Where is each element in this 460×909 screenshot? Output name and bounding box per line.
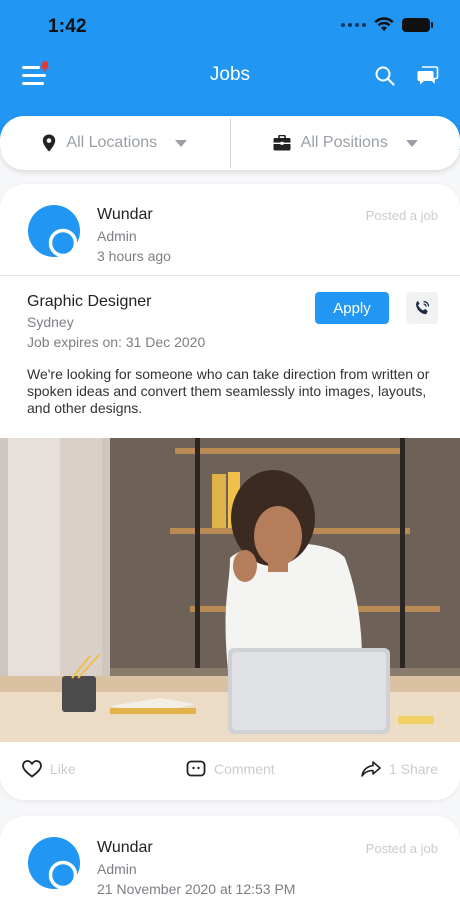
comment-button[interactable]: Comment <box>186 760 275 778</box>
position-filter[interactable]: All Positions <box>231 116 460 170</box>
comment-icon <box>186 760 206 777</box>
chevron-down-icon <box>175 139 188 147</box>
post-time: 21 November 2020 at 12:53 PM <box>97 881 296 897</box>
phone-icon <box>416 300 430 315</box>
status-bar: 1:42 <box>0 0 460 52</box>
job-post-card: Wundar Admin 21 November 2020 at 12:53 P… <box>0 816 460 909</box>
avatar <box>28 205 80 257</box>
poster-name[interactable]: Wundar <box>97 839 153 857</box>
chat-icon[interactable] <box>416 64 440 88</box>
search-icon[interactable] <box>373 64 397 88</box>
post-type: Posted a job <box>365 841 438 856</box>
share-label: 1 Share <box>388 761 438 777</box>
post-time: 3 hours ago <box>97 248 171 264</box>
location-filter-label: All Locations <box>66 134 158 151</box>
heart-icon <box>22 760 42 778</box>
avatar <box>28 837 80 889</box>
chevron-down-icon <box>405 139 418 147</box>
job-post-card: Wundar Admin 3 hours ago Posted a job Gr… <box>0 184 460 800</box>
battery-icon <box>402 17 433 32</box>
position-filter-label: All Positions <box>300 134 388 151</box>
wifi-icon <box>374 17 394 31</box>
job-location: Sydney <box>27 314 74 330</box>
nav-bar: Jobs <box>0 52 460 100</box>
call-button[interactable] <box>406 292 438 324</box>
location-filter[interactable]: All Locations <box>0 116 230 170</box>
share-button[interactable]: 1 Share <box>361 760 438 778</box>
comment-label: Comment <box>214 761 275 777</box>
location-pin-icon <box>43 134 56 152</box>
post-actions: Like Comment 1 Share <box>0 760 460 784</box>
poster-role: Admin <box>97 861 137 877</box>
like-button[interactable]: Like <box>22 760 76 778</box>
job-expiry: Job expires on: 31 Dec 2020 <box>27 334 206 350</box>
status-time: 1:42 <box>48 16 87 37</box>
post-type: Posted a job <box>365 208 438 223</box>
job-title[interactable]: Graphic Designer <box>27 293 152 311</box>
share-icon <box>361 761 381 777</box>
divider <box>0 275 460 276</box>
cellular-signal-icon <box>341 22 366 27</box>
briefcase-icon <box>273 135 291 151</box>
status-icons <box>341 17 433 32</box>
filter-bar: All Locations All Positions <box>0 116 460 170</box>
apply-button[interactable]: Apply <box>315 292 389 324</box>
job-post-photo[interactable] <box>0 438 460 742</box>
like-label: Like <box>50 761 76 777</box>
job-description: We're looking for someone who can take d… <box>27 366 430 416</box>
poster-name[interactable]: Wundar <box>97 206 153 224</box>
poster-role: Admin <box>97 228 137 244</box>
